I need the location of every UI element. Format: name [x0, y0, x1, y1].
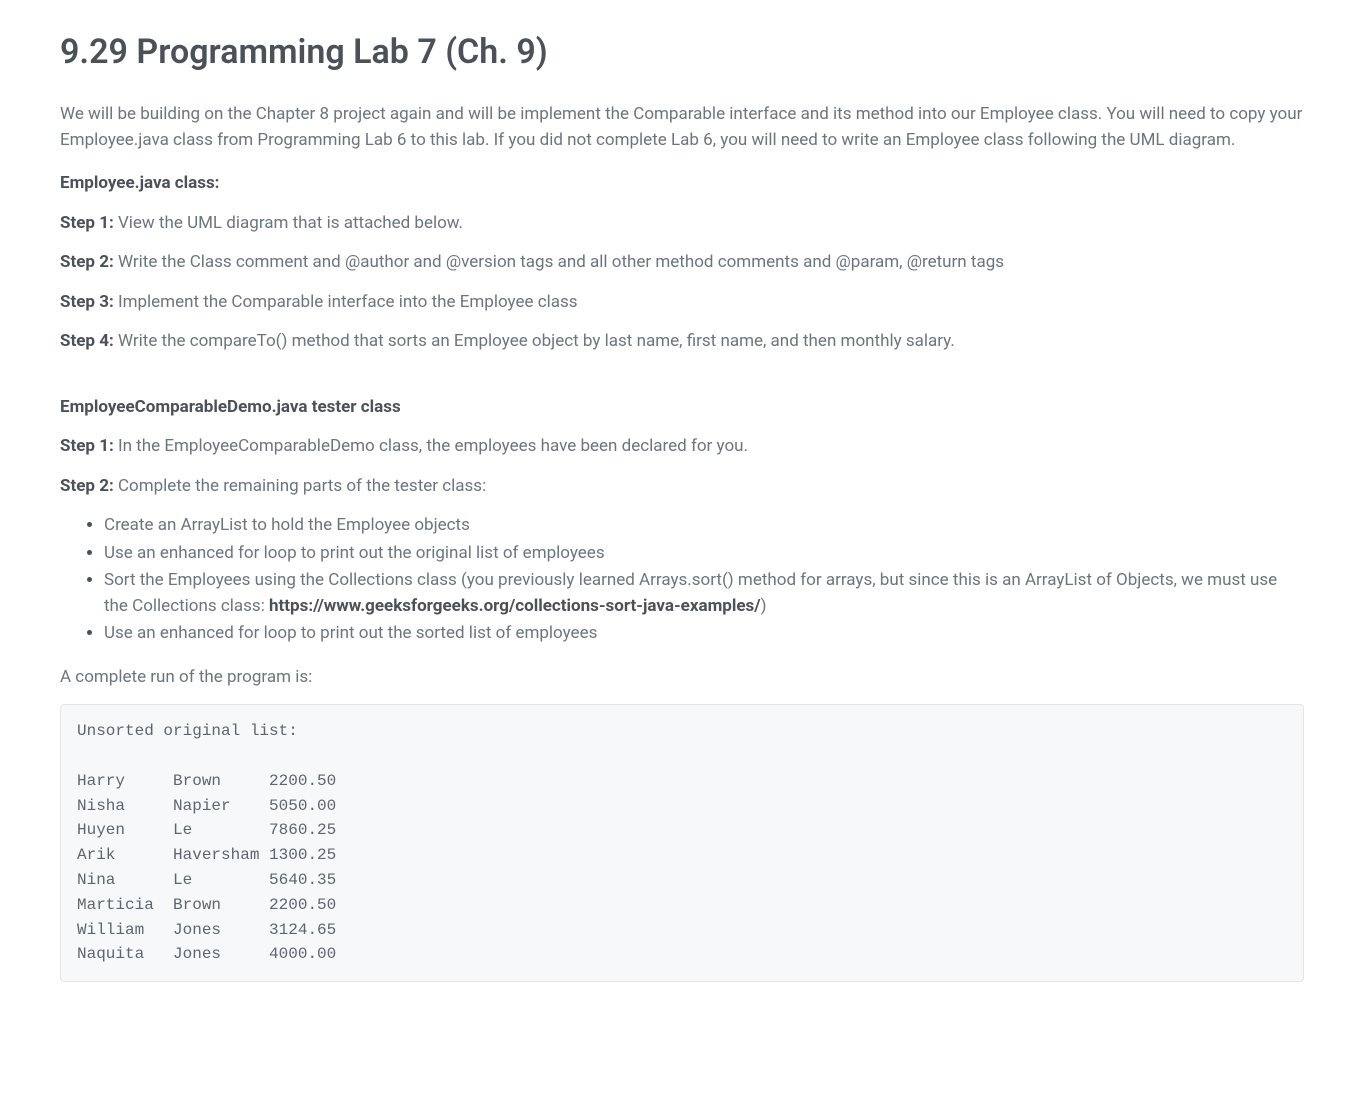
list-item: Create an ArrayList to hold the Employee…	[104, 513, 1304, 539]
step4-label: Step 4:	[60, 331, 114, 351]
step2-text: Write the Class comment and @author and …	[114, 252, 1004, 272]
step2-label: Step 2:	[60, 252, 114, 272]
section1-header: Employee.java class:	[60, 171, 1304, 197]
step3-line: Step 3: Implement the Comparable interfa…	[60, 290, 1304, 316]
step3-label: Step 3:	[60, 292, 114, 312]
step1-label: Step 1:	[60, 213, 114, 233]
list-item: Use an enhanced for loop to print out th…	[104, 621, 1304, 647]
s2-step1-line: Step 1: In the EmployeeComparableDemo cl…	[60, 434, 1304, 460]
run-intro: A complete run of the program is:	[60, 665, 1304, 691]
step1-text: View the UML diagram that is attached be…	[114, 213, 463, 233]
step2-line: Step 2: Write the Class comment and @aut…	[60, 250, 1304, 276]
step3-text: Implement the Comparable interface into …	[114, 292, 578, 312]
section2-header: EmployeeComparableDemo.java tester class	[60, 395, 1304, 421]
s2-step2-line: Step 2: Complete the remaining parts of …	[60, 474, 1304, 500]
code-output: Unsorted original list: Harry Brown 2200…	[60, 704, 1304, 982]
page-title: 9.29 Programming Lab 7 (Ch. 9)	[60, 30, 1304, 74]
s2-step1-text: In the EmployeeComparableDemo class, the…	[114, 436, 748, 456]
step1-line: Step 1: View the UML diagram that is att…	[60, 211, 1304, 237]
list-item: Sort the Employees using the Collections…	[104, 568, 1304, 619]
bullet3-post: )	[761, 596, 767, 616]
bullet-list: Create an ArrayList to hold the Employee…	[104, 513, 1304, 647]
s2-step1-label: Step 1:	[60, 436, 114, 456]
s2-step2-label: Step 2:	[60, 476, 114, 496]
collections-link[interactable]: https://www.geeksforgeeks.org/collection…	[269, 596, 761, 616]
step4-text: Write the compareTo() method that sorts …	[114, 331, 955, 351]
s2-step2-text: Complete the remaining parts of the test…	[114, 476, 486, 496]
step4-line: Step 4: Write the compareTo() method tha…	[60, 329, 1304, 355]
intro-paragraph: We will be building on the Chapter 8 pro…	[60, 102, 1304, 153]
list-item: Use an enhanced for loop to print out th…	[104, 541, 1304, 567]
